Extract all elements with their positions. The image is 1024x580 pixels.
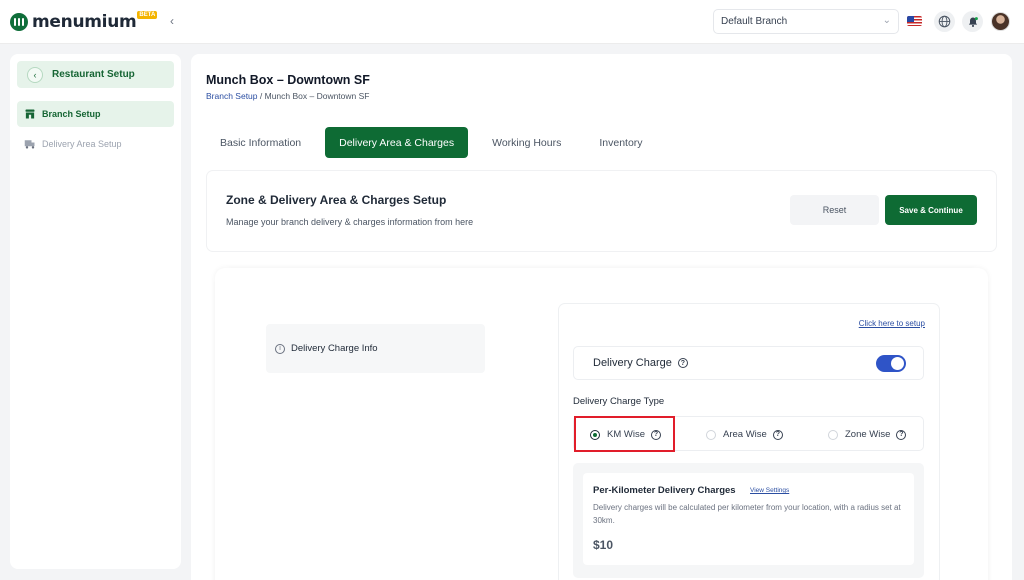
radio-unchecked-icon bbox=[706, 429, 716, 440]
app-name: menumium bbox=[32, 12, 137, 32]
breadcrumb-separator: / bbox=[257, 91, 265, 101]
section-title: Zone & Delivery Area & Charges Setup bbox=[226, 193, 447, 207]
sidebar-item-label: Delivery Area Setup bbox=[42, 139, 122, 149]
delivery-charge-row: Delivery Charge ? bbox=[573, 346, 924, 380]
reset-button[interactable]: Reset bbox=[790, 195, 879, 225]
delivery-charge-info-box: i Delivery Charge Info bbox=[266, 324, 485, 373]
main-content: Munch Box – Downtown SF Branch Setup / M… bbox=[191, 54, 1012, 580]
per-km-description: Delivery charges will be calculated per … bbox=[593, 503, 901, 525]
page-title: Munch Box – Downtown SF bbox=[206, 73, 370, 87]
radio-label: Zone Wise bbox=[845, 429, 891, 440]
delivery-settings-card: i Delivery Charge Info Click here to set… bbox=[215, 268, 988, 580]
branch-select-value: Default Branch bbox=[721, 16, 788, 27]
section-subtitle: Manage your branch delivery & charges in… bbox=[226, 217, 474, 227]
back-arrow-icon: ‹ bbox=[27, 66, 43, 83]
radio-area-wise[interactable]: Area Wise ? bbox=[706, 417, 783, 452]
per-km-section: Per-Kilometer Delivery Charges View Sett… bbox=[573, 463, 924, 578]
help-icon[interactable]: ? bbox=[677, 358, 688, 368]
per-km-amount: $10 bbox=[593, 538, 614, 552]
breadcrumb-current: Munch Box – Downtown SF bbox=[264, 91, 370, 101]
bell-icon bbox=[968, 16, 978, 27]
radio-zone-wise[interactable]: Zone Wise ? bbox=[828, 417, 907, 452]
delivery-charge-toggle[interactable] bbox=[876, 355, 906, 372]
radio-unchecked-icon bbox=[828, 429, 838, 440]
tab-inventory[interactable]: Inventory bbox=[585, 127, 656, 158]
sidebar-item-delivery-area-setup[interactable]: Delivery Area Setup bbox=[17, 131, 174, 157]
delivery-charge-type-label: Delivery Charge Type bbox=[573, 396, 665, 407]
globe-icon bbox=[938, 15, 951, 28]
save-continue-button[interactable]: Save & Continue bbox=[885, 195, 977, 225]
info-icon: i bbox=[275, 343, 285, 354]
help-icon[interactable]: ? bbox=[772, 429, 783, 440]
app-logo[interactable]: menumium BETA bbox=[10, 11, 158, 32]
delivery-charge-label: Delivery Charge bbox=[593, 357, 672, 369]
per-km-title: Per-Kilometer Delivery Charges bbox=[593, 485, 736, 496]
tab-delivery-area-charges[interactable]: Delivery Area & Charges bbox=[325, 127, 469, 158]
beta-badge: BETA bbox=[137, 11, 158, 19]
chevron-down-icon: ⌄ bbox=[882, 15, 891, 26]
truck-icon bbox=[24, 138, 36, 150]
click-here-to-setup-link[interactable]: Click here to setup bbox=[859, 319, 925, 328]
breadcrumb-link-branch-setup[interactable]: Branch Setup bbox=[206, 91, 258, 101]
avatar[interactable] bbox=[991, 12, 1010, 31]
sidebar-item-label: Branch Setup bbox=[42, 109, 101, 119]
info-label: Delivery Charge Info bbox=[291, 343, 378, 354]
radio-label: Area Wise bbox=[723, 429, 767, 440]
breadcrumb: Branch Setup / Munch Box – Downtown SF bbox=[206, 91, 370, 101]
sidebar: ‹ Restaurant Setup Branch Setup Delivery… bbox=[10, 54, 181, 569]
per-km-card: Per-Kilometer Delivery Charges View Sett… bbox=[583, 473, 914, 565]
store-icon bbox=[24, 108, 36, 120]
view-settings-link[interactable]: View Settings bbox=[750, 487, 789, 494]
sidebar-item-branch-setup[interactable]: Branch Setup bbox=[17, 101, 174, 127]
logo-icon bbox=[10, 13, 28, 31]
tab-bar: Basic Information Delivery Area & Charge… bbox=[206, 127, 667, 158]
selection-highlight-box bbox=[574, 416, 675, 452]
branch-select[interactable]: Default Branch ⌄ bbox=[713, 9, 899, 34]
tab-working-hours[interactable]: Working Hours bbox=[478, 127, 575, 158]
delivery-charge-panel: Click here to setup Delivery Charge ? De… bbox=[559, 304, 939, 580]
sidebar-back-header[interactable]: ‹ Restaurant Setup bbox=[17, 61, 174, 88]
help-icon[interactable]: ? bbox=[896, 429, 907, 440]
top-bar: menumium BETA ‹ Default Branch ⌄ bbox=[0, 0, 1024, 44]
us-flag-icon[interactable] bbox=[907, 16, 922, 26]
section-header-card: Zone & Delivery Area & Charges Setup Man… bbox=[207, 171, 996, 251]
tab-basic-information[interactable]: Basic Information bbox=[206, 127, 315, 158]
notifications-button[interactable] bbox=[962, 11, 983, 32]
language-button[interactable] bbox=[934, 11, 955, 32]
collapse-sidebar-button[interactable]: ‹ bbox=[170, 14, 174, 28]
sidebar-header-label: Restaurant Setup bbox=[52, 69, 135, 80]
